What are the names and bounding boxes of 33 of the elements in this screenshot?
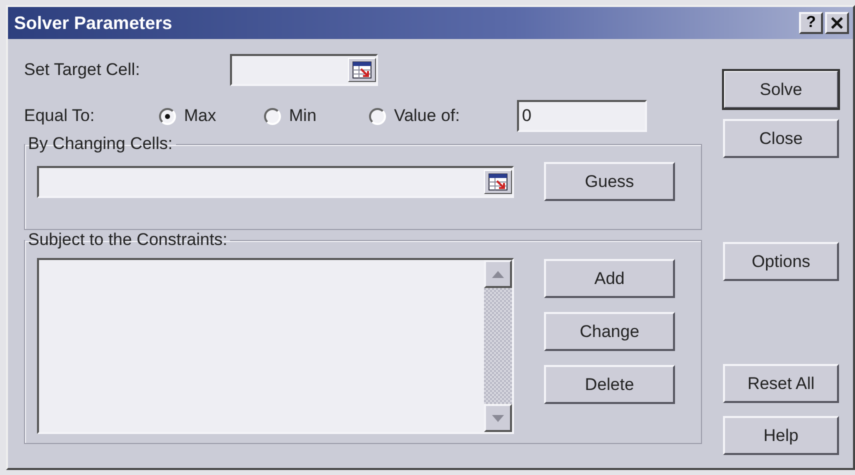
close-button[interactable] [825,12,849,34]
window-title: Solver Parameters [14,12,172,34]
help-button[interactable]: ? [799,12,823,34]
radio-option[interactable]: Max [159,106,264,126]
dialog-button[interactable]: Reset All [723,364,839,403]
constraint-button[interactable]: Delete [544,365,675,404]
constraint-button[interactable]: Change [544,312,675,351]
up-arrow-icon [492,270,504,278]
close-icon [831,17,843,29]
field-label: Set Target Cell: [24,60,141,80]
scroll-down-button[interactable] [484,404,512,432]
dialog-button[interactable]: Options [723,242,839,281]
group-title: Subject to the Constraints: [27,230,228,250]
radio-circle[interactable] [369,108,386,124]
range-picker-button[interactable] [348,58,376,82]
radio-option[interactable]: Value of: [369,106,509,126]
scrollbar[interactable] [484,260,512,432]
down-arrow-icon [492,414,504,422]
field-label: Equal To: [24,106,96,126]
target-cell-field[interactable] [230,54,378,86]
value-field[interactable]: 0 [517,100,647,132]
dialog-button[interactable]: Solve [723,70,839,109]
scroll-up-button[interactable] [484,260,512,288]
group-title: By Changing Cells: [27,134,174,154]
dialog-button[interactable]: Close [723,119,839,158]
radio-circle[interactable] [264,108,281,124]
constraint-button[interactable]: Add [544,259,675,298]
radio-option[interactable]: Min [264,106,369,126]
dialog-button[interactable]: Help [723,416,839,455]
changing-cells-field[interactable] [37,166,514,198]
guess-button[interactable]: Guess [544,162,675,201]
range-picker-button[interactable] [484,170,512,194]
radio-circle[interactable] [159,108,176,124]
